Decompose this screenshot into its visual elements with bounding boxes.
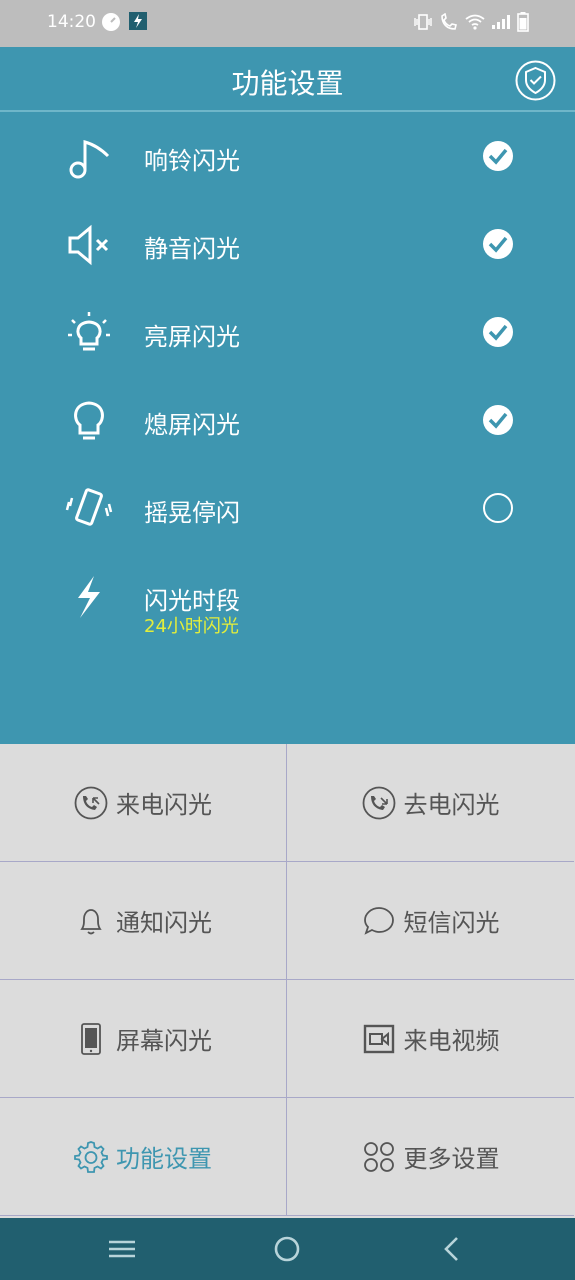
setting-label: 闪光时段 (144, 587, 240, 615)
status-bar: 14:20 (0, 0, 575, 47)
grid-item-screen-flash[interactable]: 屏幕闪光 (0, 980, 287, 1098)
setting-sublabel: 24小时闪光 (144, 616, 239, 637)
bulb-off-icon (74, 401, 104, 440)
menu-icon[interactable] (107, 1234, 137, 1264)
status-time: 14:20 (47, 12, 96, 32)
signal-icon (492, 15, 510, 29)
app-header: 功能设置 (0, 47, 575, 112)
feature-grid: 来电闪光 去电闪光 通知闪光 短信闪光 屏幕闪光 来电视频 功能设置 更多设置 (0, 744, 575, 1218)
grid-item-sms-flash[interactable]: 短信闪光 (287, 862, 574, 980)
unchecked-circle-icon[interactable] (482, 492, 514, 524)
setting-row-shake-stop[interactable]: 摇晃停闪 (0, 464, 575, 552)
setting-row-mute-flash[interactable]: 静音闪光 (0, 200, 575, 288)
setting-row-screen-off-flash[interactable]: 熄屏闪光 (0, 376, 575, 464)
grid-item-function-settings[interactable]: 功能设置 (0, 1098, 287, 1216)
grid-item-incoming-call-flash[interactable]: 来电闪光 (0, 744, 287, 862)
speed-icon (102, 13, 120, 31)
grid-item-notification-flash[interactable]: 通知闪光 (0, 862, 287, 980)
checked-circle-icon[interactable] (482, 316, 514, 348)
shake-phone-icon (65, 488, 113, 526)
phone-screen-icon (81, 1022, 101, 1055)
system-nav-bar (0, 1218, 575, 1280)
gear-icon (74, 1140, 108, 1173)
setting-row-ring-flash[interactable]: 响铃闪光 (0, 112, 575, 200)
grid-item-call-video[interactable]: 来电视频 (287, 980, 574, 1098)
back-icon[interactable] (437, 1234, 467, 1264)
checked-circle-icon[interactable] (482, 140, 514, 172)
grid-item-label: 更多设置 (403, 1145, 500, 1173)
flash-app-icon (129, 12, 147, 30)
setting-label: 亮屏闪光 (144, 323, 240, 351)
music-note-icon (69, 140, 110, 179)
video-icon (363, 1024, 394, 1053)
wifi-icon (465, 14, 485, 30)
vibrate-icon (414, 14, 432, 30)
setting-label: 熄屏闪光 (144, 411, 240, 439)
grid-item-label: 来电闪光 (116, 791, 212, 819)
home-icon[interactable] (272, 1234, 302, 1264)
setting-label: 响铃闪光 (144, 147, 240, 175)
grid-item-label: 去电闪光 (403, 791, 500, 819)
grid-dots-icon (363, 1141, 394, 1172)
setting-row-screen-on-flash[interactable]: 亮屏闪光 (0, 288, 575, 376)
settings-panel: 响铃闪光 静音闪光 亮屏闪光 熄屏闪光 摇晃停闪 闪光时段 24小时闪光 (0, 112, 575, 744)
mute-speaker-icon (68, 224, 109, 266)
grid-item-label: 通知闪光 (116, 909, 212, 937)
grid-item-label: 屏幕闪光 (116, 1027, 212, 1055)
setting-row-flash-period[interactable]: 闪光时段 24小时闪光 (0, 552, 575, 640)
bulb-on-icon (68, 312, 110, 351)
chat-bubble-icon (363, 906, 394, 935)
setting-label: 摇晃停闪 (144, 499, 240, 527)
incoming-call-icon (74, 786, 108, 819)
grid-item-more-settings[interactable]: 更多设置 (287, 1098, 574, 1216)
setting-label: 静音闪光 (144, 235, 240, 263)
bell-icon (80, 908, 102, 934)
grid-item-label: 功能设置 (116, 1145, 212, 1173)
checked-circle-icon[interactable] (482, 404, 514, 436)
grid-item-label: 来电视频 (403, 1027, 500, 1055)
outgoing-call-icon (362, 786, 395, 819)
shield-icon[interactable] (515, 60, 556, 101)
wifi-call-icon (441, 13, 457, 30)
lightning-icon (78, 576, 100, 618)
checked-circle-icon[interactable] (482, 228, 514, 260)
grid-item-outgoing-call-flash[interactable]: 去电闪光 (287, 744, 574, 862)
battery-icon (517, 12, 529, 32)
page-title: 功能设置 (231, 67, 344, 100)
grid-item-label: 短信闪光 (403, 909, 500, 937)
